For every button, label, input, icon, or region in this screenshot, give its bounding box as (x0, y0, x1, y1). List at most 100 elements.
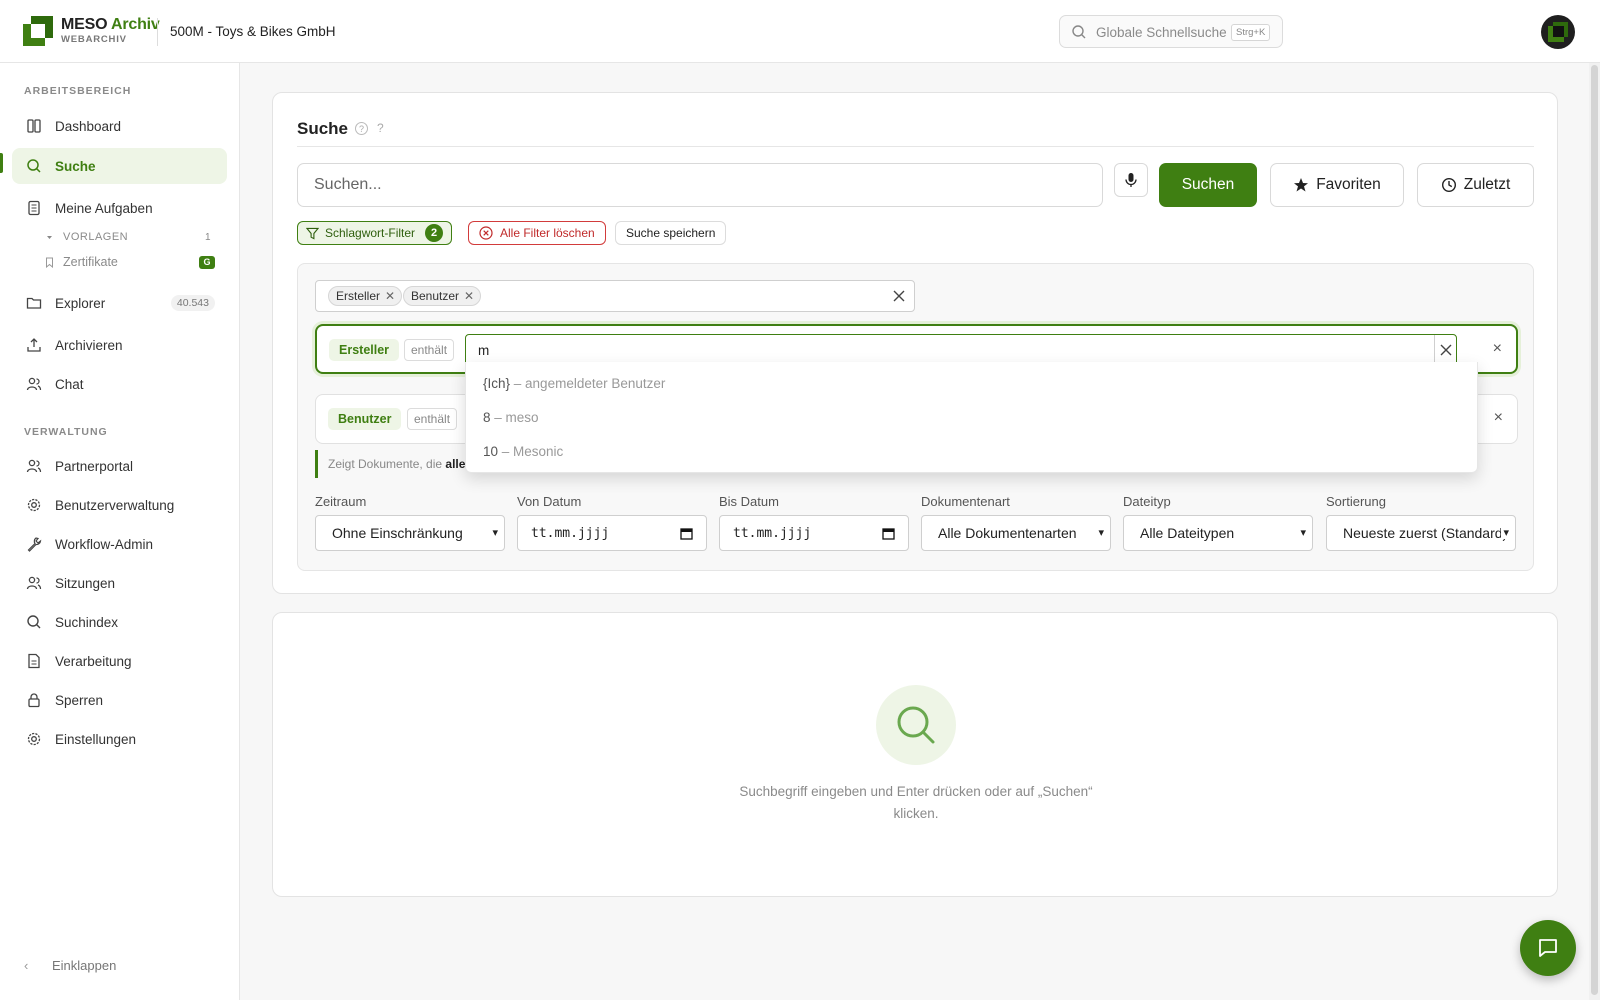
tag-benutzer[interactable]: Benutzer ✕ (403, 286, 482, 306)
sidebar-item-label: Chat (55, 376, 84, 392)
sub-label: VORLAGEN (63, 231, 129, 243)
scrollbar-thumb[interactable] (1591, 65, 1598, 995)
sidebar-item-einstellungen[interactable]: Einstellungen (12, 721, 227, 757)
autocomplete-dropdown: {Ich} – angemeldeter Benutzer 8 – meso 1… (465, 362, 1478, 473)
sidebar-item-label: Workflow-Admin (55, 536, 154, 552)
filter-operator[interactable]: enthält (404, 339, 455, 361)
chevron-down-icon: ▾ (1501, 526, 1509, 539)
recent-label: Zuletzt (1463, 176, 1511, 193)
file-text-icon (28, 653, 40, 669)
filter-field-name: Ersteller (329, 339, 400, 361)
sidebar-item-label: Verarbeitung (55, 653, 132, 669)
gear-icon (27, 732, 41, 746)
recent-button[interactable]: Zuletzt (1417, 163, 1534, 207)
calendar-icon[interactable] (882, 527, 895, 540)
chat-fab-button[interactable] (1520, 920, 1576, 976)
search-button[interactable]: Suchen (1159, 163, 1257, 207)
sidebar-item-chat[interactable]: Chat (12, 366, 227, 402)
gear-icon (27, 498, 41, 512)
filter-tag-select[interactable]: Ersteller ✕ Benutzer ✕ (315, 280, 915, 312)
upload-icon (27, 338, 41, 352)
field-sortierung: Sortierung Neueste zuerst (Standard) ▾ (1326, 494, 1516, 551)
sidebar-item-benutzerverwaltung[interactable]: Benutzerverwaltung (12, 487, 227, 523)
user-avatar[interactable] (1541, 15, 1575, 49)
sidebar-item-workflow-admin[interactable]: Workflow-Admin (12, 526, 227, 562)
field-label: Dateityp (1123, 494, 1171, 509)
autocomplete-option[interactable]: 8 – meso (483, 410, 539, 425)
top-header: MESO Archiv WEBARCHIV 500M - Toys & Bike… (0, 0, 1600, 63)
search-card: Suche ? ? Suchen Favoriten Zuletzt Schla… (272, 92, 1558, 594)
filter-count-badge: 2 (425, 224, 444, 242)
users-icon (26, 459, 42, 473)
brand[interactable]: MESO Archiv WEBARCHIV (61, 17, 160, 45)
field-label: Zeitraum (315, 494, 367, 509)
sidebar-item-archivieren[interactable]: Archivieren (12, 327, 227, 363)
search-icon (27, 615, 41, 629)
sidebar-item-verarbeitung[interactable]: Verarbeitung (12, 643, 227, 679)
users-icon (26, 576, 42, 590)
tag-ersteller[interactable]: Ersteller ✕ (328, 286, 403, 306)
sidebar: ARBEITSBEREICH Dashboard Suche Meine Auf… (0, 63, 240, 1000)
dokumentenart-select[interactable]: Alle Dokumentenarten ▾ (921, 515, 1111, 551)
field-von-datum: Von Datum tt.mm.jjjj (517, 494, 707, 551)
remove-filter-button[interactable]: × (1494, 409, 1503, 427)
sidebar-item-explorer[interactable]: Explorer 40.543 (12, 285, 227, 321)
dateityp-select[interactable]: Alle Dateitypen ▾ (1123, 515, 1313, 551)
sidebar-item-suchindex[interactable]: Suchindex (12, 604, 227, 640)
sidebar-item-label: Suche (55, 158, 96, 174)
results-card: Suchbegriff eingeben und Enter drücken o… (272, 612, 1558, 897)
title-divider (297, 146, 1534, 147)
autocomplete-option[interactable]: 10 – Mesonic (483, 444, 563, 459)
sidebar-item-dashboard[interactable]: Dashboard (12, 108, 227, 144)
chat-bubble-icon (1539, 939, 1557, 957)
keyword-filter-chip[interactable]: Schlagwort-Filter 2 (297, 221, 453, 245)
remove-filter-button[interactable]: × (1493, 340, 1502, 358)
filter-field-name: Benutzer (328, 408, 402, 430)
sidebar-item-label: Archivieren (55, 337, 123, 353)
collapse-sidebar-button[interactable]: ‹ Einklappen (24, 958, 116, 973)
help-question-icon[interactable]: ? (377, 121, 384, 135)
sidebar-item-sitzungen[interactable]: Sitzungen (12, 565, 227, 601)
brand-subtitle: WEBARCHIV (61, 34, 127, 45)
bis-datum-input[interactable]: tt.mm.jjjj (719, 515, 909, 551)
filter-operator[interactable]: enthält (407, 408, 458, 430)
sidebar-item-label: Partnerportal (55, 458, 134, 474)
save-search-button[interactable]: Suche speichern (615, 221, 727, 245)
autocomplete-option[interactable]: {Ich} – angemeldeter Benutzer (483, 376, 665, 391)
help-circle-icon[interactable]: ? (355, 122, 368, 135)
sortierung-select[interactable]: Neueste zuerst (Standard) ▾ (1326, 515, 1516, 551)
sub-count: 1 (205, 231, 211, 243)
microphone-button[interactable] (1114, 163, 1148, 197)
sidebar-item-label: Sperren (55, 692, 104, 708)
close-icon[interactable]: ✕ (385, 289, 395, 303)
sub-label: Zertifikate (63, 255, 118, 269)
favorites-button[interactable]: Favoriten (1270, 163, 1404, 207)
sidebar-item-meine-aufgaben[interactable]: Meine Aufgaben (12, 190, 227, 226)
sidebar-item-label: Benutzerverwaltung (55, 497, 175, 513)
clear-tags-icon[interactable] (891, 288, 907, 304)
zeitraum-select[interactable]: Ohne Einschränkung ▾ (315, 515, 505, 551)
search-input[interactable] (297, 163, 1103, 207)
favorites-label: Favoriten (1316, 176, 1381, 193)
search-icon (1072, 25, 1086, 39)
sidebar-sub-vorlagen[interactable]: VORLAGEN 1 (44, 231, 211, 243)
avatar-logo-icon (1548, 22, 1568, 42)
field-dokumentenart: Dokumentenart Alle Dokumentenarten ▾ (921, 494, 1111, 551)
sidebar-item-sperren[interactable]: Sperren (12, 682, 227, 718)
sub-badge: G (199, 255, 215, 269)
clear-filters-button[interactable]: Alle Filter löschen (468, 221, 606, 245)
field-zeitraum: Zeitraum Ohne Einschränkung ▾ (315, 494, 505, 551)
chevron-down-icon: ▾ (1298, 526, 1306, 539)
von-datum-input[interactable]: tt.mm.jjjj (517, 515, 707, 551)
field-bis-datum: Bis Datum tt.mm.jjjj (719, 494, 909, 551)
close-icon[interactable]: ✕ (464, 289, 474, 303)
sidebar-sub-zertifikate[interactable]: Zertifikate G (44, 255, 215, 269)
field-dateityp: Dateityp Alle Dateitypen ▾ (1123, 494, 1313, 551)
global-search[interactable]: Globale Schnellsuche Strg+K (1059, 15, 1283, 48)
columns-icon (27, 119, 41, 133)
collapse-label: Einklappen (52, 958, 117, 973)
calendar-icon[interactable] (680, 527, 693, 540)
sidebar-item-partnerportal[interactable]: Partnerportal (12, 448, 227, 484)
clear-value-button[interactable] (1434, 335, 1456, 365)
sidebar-item-suche[interactable]: Suche (12, 148, 227, 184)
